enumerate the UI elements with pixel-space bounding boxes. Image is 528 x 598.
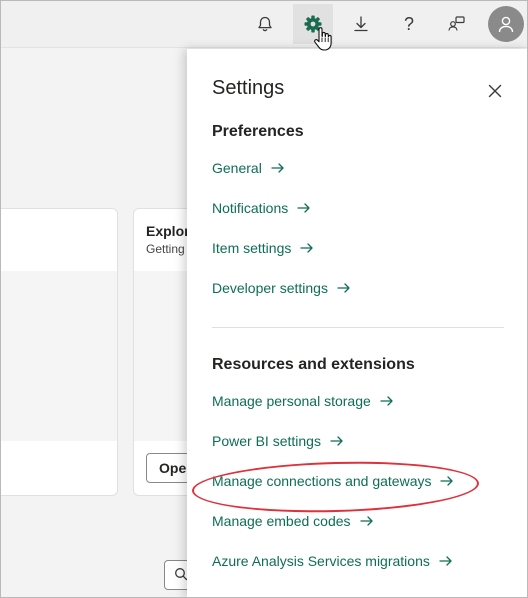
link-power-bi-settings[interactable]: Power BI settings (212, 430, 344, 452)
bell-icon (258, 16, 272, 32)
download-button[interactable] (341, 4, 381, 44)
download-icon (354, 16, 368, 32)
link-label: Manage connections and gateways (212, 473, 432, 489)
workspace-card[interactable] (0, 208, 118, 496)
arrow-right-icon (271, 163, 285, 173)
top-bar: ? (0, 0, 528, 48)
settings-panel: Settings Preferences General Notificatio… (187, 49, 528, 598)
link-manage-connections-gateways[interactable]: Manage connections and gateways (212, 470, 454, 492)
feedback-button[interactable] (437, 4, 477, 44)
account-avatar[interactable] (488, 6, 524, 42)
link-label: Manage personal storage (212, 393, 371, 409)
link-azure-analysis-services-migrations[interactable]: Azure Analysis Services migrations (212, 550, 453, 572)
link-label: Notifications (212, 200, 289, 216)
hand-cursor-icon (313, 27, 333, 56)
close-icon (488, 84, 502, 98)
help-button[interactable]: ? (389, 4, 429, 44)
link-manage-embed-codes[interactable]: Manage embed codes (212, 510, 374, 532)
arrow-right-icon (359, 516, 374, 526)
close-button[interactable] (483, 79, 507, 103)
link-label: Power BI settings (212, 433, 321, 449)
notifications-button[interactable] (245, 4, 285, 44)
arrow-right-icon (330, 436, 344, 446)
link-label: Azure Analysis Services migrations (212, 553, 430, 569)
link-manage-personal-storage[interactable]: Manage personal storage (212, 390, 394, 412)
panel-title: Settings (212, 77, 285, 99)
link-general[interactable]: General (212, 157, 285, 179)
link-developer-settings[interactable]: Developer settings (212, 277, 351, 299)
link-label: Manage embed codes (212, 513, 351, 529)
link-label: General (212, 160, 262, 176)
resources-heading: Resources and extensions (212, 356, 415, 373)
arrow-right-icon (297, 203, 311, 213)
link-item-settings[interactable]: Item settings (212, 237, 314, 259)
arrow-right-icon (300, 243, 314, 253)
card-header (0, 209, 117, 271)
avatar-icon (498, 16, 514, 33)
share-icon (448, 16, 465, 31)
link-label: Item settings (212, 240, 292, 256)
link-notifications[interactable]: Notifications (212, 197, 311, 219)
card-body (0, 271, 117, 441)
preferences-heading: Preferences (212, 123, 304, 140)
section-divider (212, 327, 504, 328)
arrow-right-icon (440, 476, 454, 486)
arrow-right-icon (337, 283, 351, 293)
arrow-right-icon (380, 396, 394, 406)
arrow-right-icon (439, 556, 453, 566)
help-icon: ? (403, 13, 414, 34)
link-label: Developer settings (212, 280, 328, 296)
search-icon (175, 568, 188, 581)
